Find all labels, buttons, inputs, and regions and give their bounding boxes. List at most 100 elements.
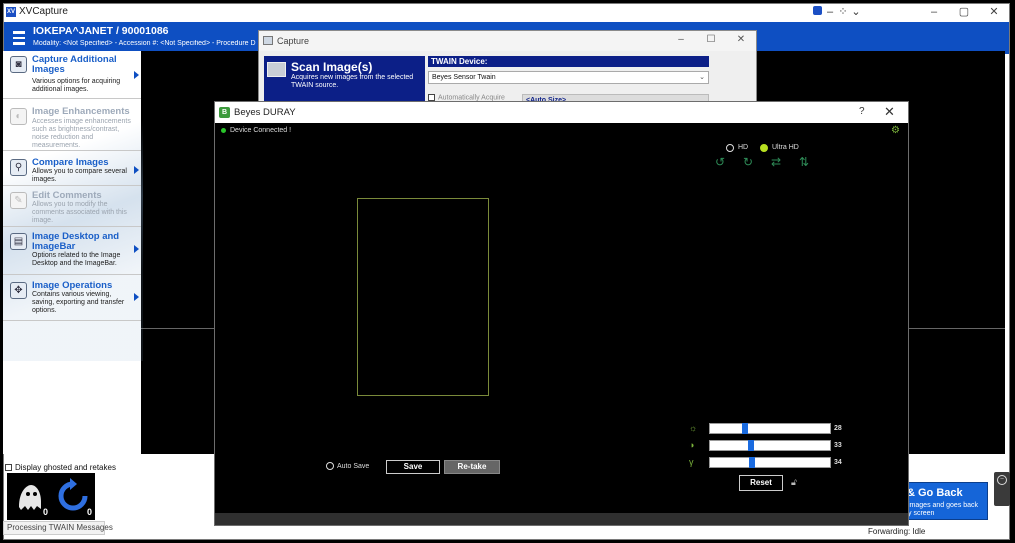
brightness-slider-knob[interactable] [742,423,748,434]
flip-horizontal-icon[interactable]: ⇄ [769,155,783,169]
sidebar-item-compare[interactable]: ⚲ Compare Images Allows you to compare s… [3,154,141,186]
capture-dialog: Capture – ☐ ✕ Scan Image(s) Acquires new… [258,30,757,110]
gamma-icon: γ [689,457,694,467]
close-button[interactable]: ✕ [884,104,895,120]
capture-maximize-button[interactable]: ☐ [700,34,722,45]
retake-images-thumb[interactable]: 0 [51,473,95,520]
ultra-hd-radio[interactable] [760,144,768,152]
contrast-slider[interactable] [709,440,831,451]
display-ghosted-label: Display ghosted and retakes [15,463,116,472]
gamma-slider-knob[interactable] [749,457,755,468]
capture-window-icon [263,36,273,45]
auto-save-label: Auto Save [337,463,370,470]
app-badge-icon[interactable] [810,5,824,19]
gear-icon[interactable]: ⚙ [891,125,900,136]
display-ghosted-checkbox[interactable]: Display ghosted and retakes [5,463,116,472]
status-dot-icon [221,128,226,133]
menu-icon[interactable] [13,31,25,45]
sidebar-item-desc: Allows you to modify the comments associ… [32,201,127,224]
sidebar-item-title: Image Operations [32,280,113,291]
camera-icon: ◙ [10,56,27,73]
chevron-right-icon [134,293,139,301]
sidebar-item-desc: Allows you to compare several images. [32,168,127,183]
sidebar-item-edit-comments[interactable]: ✎ Edit Comments Allows you to modify the… [3,187,141,227]
checkbox-box[interactable] [5,464,12,472]
duray-title: Beyes DURAY [234,107,296,118]
chevron-down-icon: ⌄ [699,74,705,81]
sidebar-item-enhancements[interactable]: ◐ Image Enhancements Accesses image enha… [3,103,141,151]
brightness-value: 28 [834,425,842,432]
unlock-icon[interactable]: 🔓︎ [791,477,797,488]
move-icon[interactable]: ⁘ [836,5,850,19]
app-logo-icon: XV [6,7,16,17]
sidebar-item-title: Image Desktop and ImageBar [32,231,120,252]
desktop-icon: ▤ [10,233,27,250]
collapse-icon: – [997,475,1007,485]
contrast-icon: ◑ [689,440,695,450]
go-back-desc-line-2: y screen [908,510,935,517]
app-title: XVCapture [19,6,68,17]
help-button[interactable]: ? [859,106,865,117]
chevron-right-icon [134,166,139,174]
checkbox-box[interactable] [428,94,435,101]
chevron-right-icon [134,245,139,253]
duray-titlebar: B Beyes DURAY ? ✕ [215,102,908,123]
go-back-desc: images and goes back y screen [908,502,978,518]
flip-vertical-icon[interactable]: ⇅ [797,155,811,169]
capture-close-button[interactable]: ✕ [730,34,752,45]
sidebar-item-capture[interactable]: ◙ Capture Additional Images Various opti… [3,51,141,99]
rotate-right-icon[interactable]: ↻ [741,155,755,169]
connection-status: Device Connected ! [230,127,292,134]
ghost-count: 0 [42,507,48,517]
patient-name: IOKEPA^JANET / 90001086 [33,25,169,37]
ghosted-images-thumb[interactable]: 0 [7,473,51,520]
patient-details: Modality: <Not Specified> - Accession #:… [33,40,256,47]
status-forwarding: Forwarding: Idle [868,527,926,536]
window-close-button[interactable]: ✕ [979,5,1009,20]
reset-button[interactable]: Reset [739,475,783,491]
gamma-value: 34 [834,459,842,466]
title-bar: XV XVCapture – ⁘ ⌄ – ▢ ✕ [4,4,1009,21]
scan-images-button[interactable]: Scan Image(s) Acquires new images from t… [264,56,425,106]
hd-radio[interactable] [726,144,734,152]
comment-icon: ✎ [10,192,27,209]
twain-device-select[interactable]: Beyes Sensor Twain ⌄ [428,71,709,84]
sidebar-item-desc: Various options for acquiring additional… [32,78,121,93]
beyes-duray-dialog: B Beyes DURAY ? ✕ Device Connected ! ⚙ H… [214,101,909,526]
auto-save-radio[interactable] [326,462,334,470]
ultra-hd-label: Ultra HD [772,144,799,151]
scanner-icon [267,62,286,77]
side-panel-tab[interactable]: – [994,472,1010,506]
duray-footer [215,513,908,525]
sidebar-item-desc: Contains various viewing, saving, export… [32,291,125,314]
brightness-slider[interactable] [709,423,831,434]
contrast-slider-knob[interactable] [748,440,754,451]
scan-title: Scan Image(s) [291,60,373,74]
magnifier-icon: ⚲ [10,159,27,176]
enhance-icon: ◐ [10,108,27,125]
twain-device-label: TWAIN Device: [428,56,709,67]
sensor-preview-frame [357,198,489,396]
sidebar-item-title: Image Enhancements [32,106,130,117]
save-button[interactable]: Save [386,460,440,474]
save-and-go-back-button[interactable]: & Go Back images and goes back y screen [902,482,988,520]
sidebar-item-title: Compare Images [32,157,109,168]
sidebar-item-image-operations[interactable]: ✥ Image Operations Contains various view… [3,277,141,321]
capture-title: Capture [277,36,310,46]
chevron-down-icon[interactable]: ⌄ [849,5,863,19]
gamma-slider[interactable] [709,457,831,468]
retake-button[interactable]: Re-take [444,460,500,474]
window-minimize-button[interactable]: – [919,5,949,20]
minimize-icon[interactable]: – [823,5,837,19]
sidebar-item-image-desktop[interactable]: ▤ Image Desktop and ImageBar Options rel… [3,228,141,275]
window-maximize-button[interactable]: ▢ [949,5,979,20]
rotate-left-icon[interactable]: ↺ [713,155,727,169]
sidebar-item-title: Edit Comments [32,190,102,201]
capture-minimize-button[interactable]: – [670,34,692,45]
retake-count: 0 [86,507,92,517]
sidebar: ◙ Capture Additional Images Various opti… [3,51,143,454]
go-back-desc-line-1: images and goes back [908,502,979,509]
sidebar-item-desc: Accesses image enhancements such as brig… [32,118,131,149]
duray-app-icon: B [219,107,230,118]
twain-device-value: Beyes Sensor Twain [432,74,496,81]
